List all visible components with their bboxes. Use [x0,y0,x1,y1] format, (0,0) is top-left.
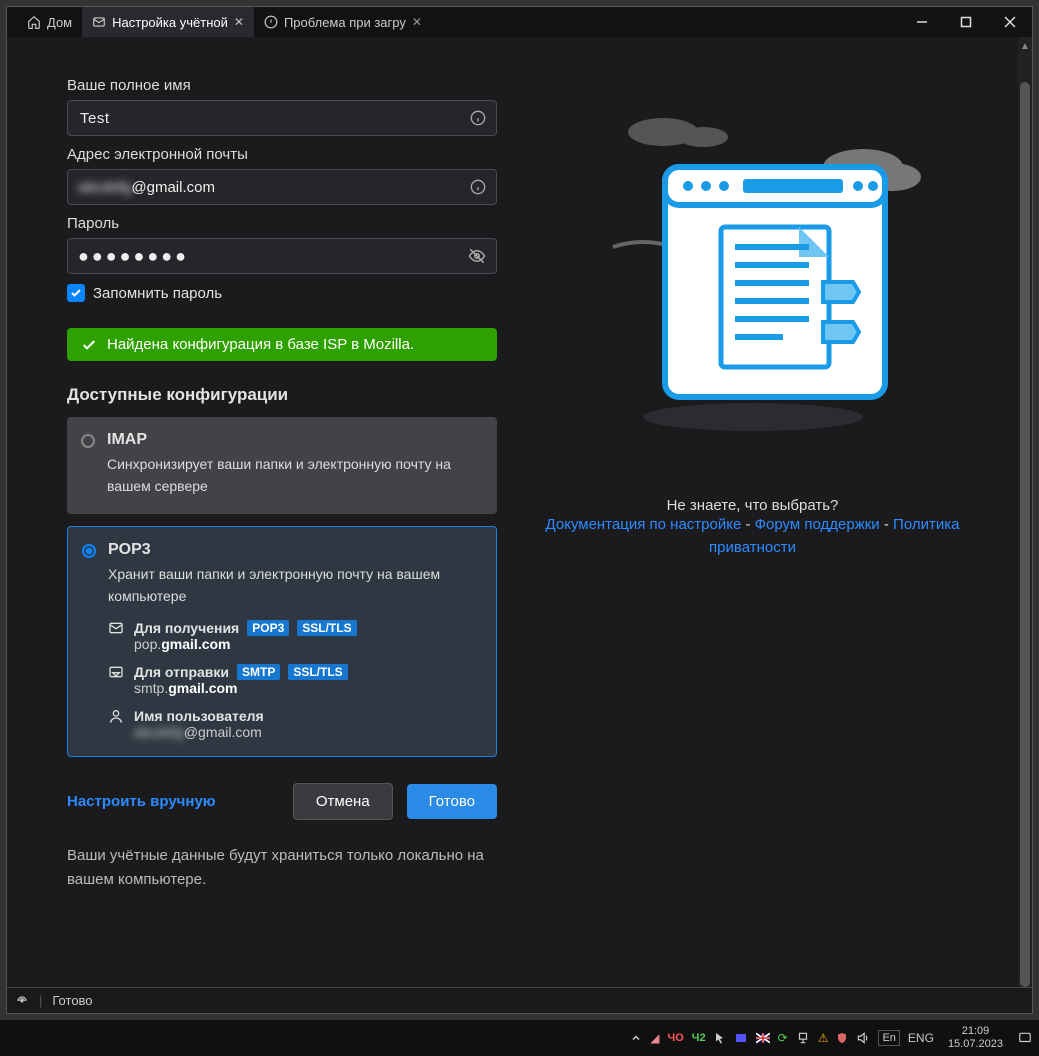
tray-gpu[interactable]: Ч2 [692,1032,706,1044]
action-buttons: Настроить вручную Отмена Готово [67,783,497,820]
tray-warning-icon[interactable]: ⚠ [818,1031,829,1045]
help-prompt: Не знаете, что выбрать? [667,497,839,514]
window-controls [900,7,1032,37]
tab-bar: Дом Настройка учётной ✕ Проблема при заг… [7,7,1032,37]
tray-cursor-icon[interactable] [714,1032,726,1044]
tray-kb-icon[interactable]: En [878,1030,899,1046]
name-input[interactable] [78,109,470,128]
config-imap-desc: Синхронизирует ваши папки и электронную … [107,453,481,498]
help-links: Документация по настройке - Форум поддер… [527,514,978,559]
tab-home-label: Дом [47,15,72,30]
status-text: Готово [52,993,92,1008]
password-input[interactable]: ●●●●●●●● [78,246,468,267]
info-icon[interactable] [470,179,486,195]
email-input-wrap[interactable]: abcdefg@gmail.com [67,169,497,205]
footnote: Ваши учётные данные будут храниться толь… [67,844,497,892]
scroll-up-icon[interactable]: ▲ [1020,41,1030,52]
help-forum-link[interactable]: Форум поддержки [755,516,880,533]
radio-icon [81,434,95,448]
manual-config-button[interactable]: Настроить вручную [67,793,216,810]
app-window: Дом Настройка учётной ✕ Проблема при заг… [6,6,1033,1014]
eye-off-icon[interactable] [468,247,486,265]
radio-icon [82,544,96,558]
checkbox-icon [67,284,85,302]
tray-network-icon[interactable] [796,1031,810,1045]
tray-notifications-icon[interactable] [1017,1031,1033,1045]
remember-password-label: Запомнить пароль [93,285,222,302]
password-label: Пароль [67,215,497,232]
proto-badge: SMTP [237,664,280,680]
done-button[interactable]: Готово [407,784,497,819]
email-label: Адрес электронной почты [67,146,497,163]
maximize-button[interactable] [944,7,988,37]
signal-icon [15,994,29,1008]
incoming-row: Для получения POP3 SSL/TLS [108,620,480,636]
tray-mail-icon[interactable] [734,1032,748,1044]
tray-app-icon[interactable]: ◢ [650,1031,659,1045]
tab-account-setup[interactable]: Настройка учётной ✕ [82,7,254,37]
outgoing-row: Для отправки SMTP SSL/TLS [108,664,480,680]
user-icon [108,708,126,724]
success-message: Найдена конфигурация в базе ISP в Mozill… [107,336,414,353]
tray-chevron-icon[interactable] [630,1032,642,1044]
tab-setup-label: Настройка учётной [112,15,228,30]
scrollbar[interactable]: ▲ [1018,37,1032,987]
tray-cpu[interactable]: ЧО [667,1032,683,1044]
cancel-button[interactable]: Отмена [293,783,393,820]
config-pop3-name: POP3 [108,541,480,559]
config-imap-name: IMAP [107,431,481,449]
tab-home[interactable]: Дом [17,7,82,37]
content-area: Ваше полное имя Адрес электронной почты … [7,37,1032,987]
taskbar: ◢ ЧО Ч2 ⟳ ⚠ En ENG 21:09 15.07.2023 [0,1020,1039,1056]
configs-title: Доступные конфигурации [67,385,497,405]
outgoing-host: smtp.gmail.com [134,680,480,696]
proto-badge: POP3 [247,620,289,636]
close-icon[interactable]: ✕ [412,15,422,29]
tray-shield-icon[interactable] [836,1031,848,1045]
close-window-button[interactable] [988,7,1032,37]
tray-flag-icon[interactable] [756,1032,770,1044]
close-icon[interactable]: ✕ [234,15,244,29]
incoming-host: pop.gmail.com [134,636,480,652]
config-imap[interactable]: IMAP Синхронизирует ваши папки и электро… [67,417,497,514]
outbox-icon [108,664,126,680]
remember-password-checkbox[interactable]: Запомнить пароль [67,284,497,302]
username-row: Имя пользователя [108,708,480,724]
tray-clock[interactable]: 21:09 15.07.2023 [942,1025,1009,1051]
tray-sync-icon[interactable]: ⟳ [778,1031,788,1045]
minimize-button[interactable] [900,7,944,37]
scroll-thumb[interactable] [1020,82,1030,987]
username-value: abcdefg@gmail.com [134,724,480,740]
tray-volume-icon[interactable] [856,1031,870,1045]
help-doc-link[interactable]: Документация по настройке [546,516,742,533]
password-input-wrap[interactable]: ●●●●●●●● [67,238,497,274]
email-input[interactable]: abcdefg@gmail.com [78,179,470,196]
home-icon [27,15,41,29]
status-bar: | Готово [7,987,1032,1013]
mail-settings-icon [92,15,106,29]
security-badge: SSL/TLS [297,620,356,636]
success-banner: Найдена конфигурация в базе ISP в Mozill… [67,328,497,361]
info-icon [264,15,278,29]
name-input-wrap[interactable] [67,100,497,136]
security-badge: SSL/TLS [288,664,347,680]
config-pop3-desc: Хранит ваши папки и электронную почту на… [108,563,480,608]
config-pop3[interactable]: POP3 Хранит ваши папки и электронную поч… [67,526,497,757]
tab-problem-label: Проблема при загру [284,15,406,30]
tray-lang[interactable]: ENG [908,1031,934,1045]
check-icon [81,337,97,353]
name-label: Ваше полное имя [67,77,497,94]
inbox-icon [108,620,126,636]
tab-problem[interactable]: Проблема при загру ✕ [254,7,432,37]
info-icon[interactable] [470,110,486,126]
illustration [573,87,933,447]
